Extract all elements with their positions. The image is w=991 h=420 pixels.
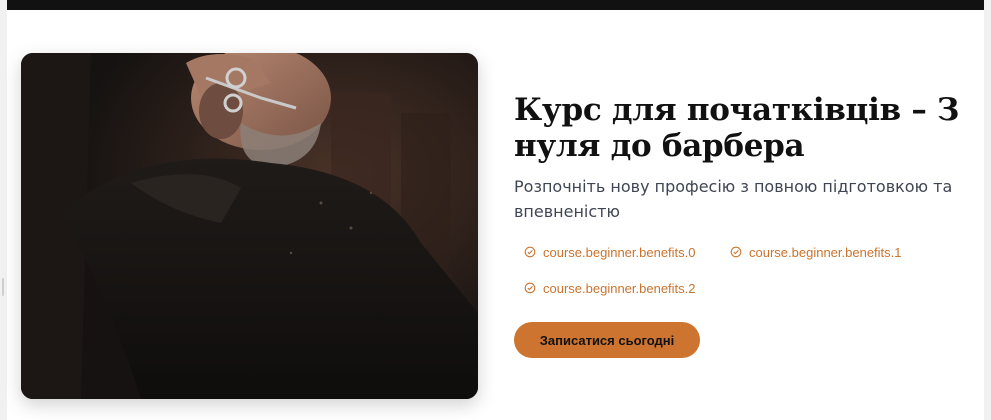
- benefit-item: course.beginner.benefits.2: [514, 280, 720, 296]
- benefit-label: course.beginner.benefits.2: [543, 280, 696, 296]
- course-subtitle: Розпочніть нову професію з повною підгот…: [514, 177, 953, 221]
- top-bar: [7, 0, 984, 10]
- scroll-handle[interactable]: [2, 278, 4, 296]
- benefit-item: course.beginner.benefits.0: [514, 244, 720, 260]
- benefit-label: course.beginner.benefits.1: [749, 244, 902, 260]
- hero-image: [21, 53, 478, 399]
- course-title: Курс для початківців – З нуля до барбера: [514, 92, 960, 164]
- barber-photo: [21, 53, 478, 399]
- check-circle-icon: [524, 282, 536, 294]
- course-content: Курс для початківців – З нуля до барбера…: [514, 92, 964, 358]
- benefit-label: course.beginner.benefits.0: [543, 244, 696, 260]
- check-circle-icon: [524, 246, 536, 258]
- enroll-button[interactable]: Записатися сьогодні: [514, 322, 700, 358]
- check-circle-icon: [730, 246, 742, 258]
- benefits-list: course.beginner.benefits.0 course.beginn…: [514, 244, 964, 296]
- benefit-item: course.beginner.benefits.1: [720, 244, 940, 260]
